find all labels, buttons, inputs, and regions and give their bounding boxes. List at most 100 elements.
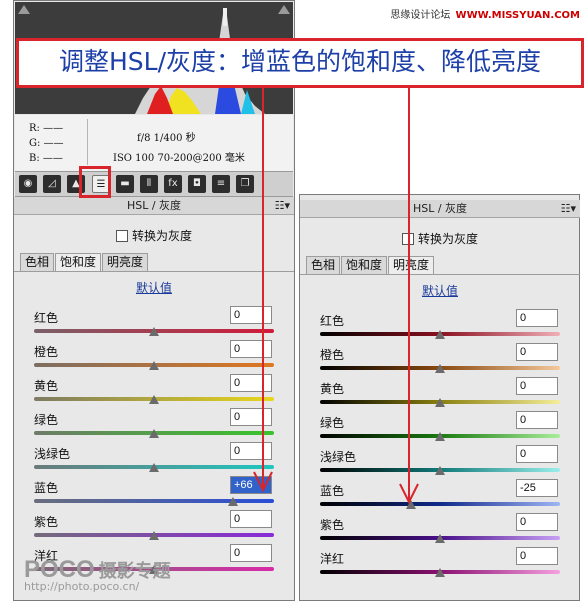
slider-value-field[interactable]: +66 (230, 476, 272, 494)
poco-brand: POCO (24, 556, 95, 583)
panel-toolbar: ◉ ◿ ▲ ☰ ▬ ⦀ fx ◘ ≡ ❐ (15, 171, 293, 197)
g-value: —— (43, 138, 64, 149)
camera-calibration-icon[interactable]: ◘ (188, 175, 206, 193)
slider-thumb[interactable] (149, 327, 159, 336)
default-link[interactable]: 默认值 (300, 282, 580, 299)
tab-luminance[interactable]: 明亮度 (102, 253, 149, 271)
slider-row: 浅绿色 0 (300, 445, 580, 479)
slider-row: 橙色 0 (14, 340, 294, 374)
slider-value-field[interactable]: 0 (230, 306, 272, 324)
slider-row: 红色 0 (300, 309, 580, 343)
slider-value-field[interactable]: 0 (516, 309, 558, 327)
slider-row: 橙色 0 (300, 343, 580, 377)
checkbox-icon[interactable] (401, 232, 414, 245)
hsl-panel-title: HSL / 灰度 ☷▾ (14, 197, 294, 215)
slider-label: 紫色 (34, 515, 59, 529)
split-toning-icon[interactable]: ▬ (116, 175, 134, 193)
slider-label: 绿色 (34, 413, 59, 427)
slider-thumb[interactable] (149, 361, 159, 370)
checkbox-icon[interactable] (115, 229, 128, 242)
slider-thumb[interactable] (149, 429, 159, 438)
tab-saturation[interactable]: 饱和度 (341, 256, 388, 274)
slider-value-field[interactable]: 0 (516, 411, 558, 429)
slider-row: 红色 0 (14, 306, 294, 340)
slider-value-field[interactable]: 0 (516, 343, 558, 361)
tabs-divider (14, 271, 294, 272)
fx-icon[interactable]: fx (164, 175, 182, 193)
slider-row: 浅绿色 0 (14, 442, 294, 476)
convert-grayscale-checkbox[interactable]: 转换为灰度 (300, 230, 580, 247)
slider-label: 蓝色 (34, 481, 59, 495)
convert-grayscale-label: 转换为灰度 (131, 229, 192, 243)
slider-row: 绿色 0 (14, 408, 294, 442)
slider-label: 浅绿色 (320, 450, 357, 464)
tabs-divider (300, 274, 580, 275)
site-watermark: 思缘设计论坛 WWW.MISSYUAN.COM (390, 6, 580, 21)
slider-row: 紫色 0 (14, 510, 294, 544)
slider-value-field[interactable]: 0 (516, 377, 558, 395)
slider-label: 浅绿色 (34, 447, 71, 461)
slider-row: 洋红 0 (300, 547, 580, 581)
presets-icon[interactable]: ≡ (212, 175, 230, 193)
slider-value-field[interactable]: 0 (516, 547, 558, 565)
slider-value-field[interactable]: 0 (230, 442, 272, 460)
slider-row: 蓝色 +66 (14, 476, 294, 510)
default-link[interactable]: 默认值 (14, 279, 294, 296)
slider-value-field[interactable]: 0 (516, 445, 558, 463)
panel-title-text: HSL / 灰度 (126, 199, 182, 212)
slider-thumb[interactable] (435, 466, 445, 475)
panel-title-text: HSL / 灰度 (412, 202, 468, 215)
poco-watermark: POCO 摄影专题 http://photo.poco.cn/ (24, 556, 171, 593)
slider-thumb[interactable] (435, 432, 445, 441)
slider-label: 红色 (320, 314, 345, 328)
slider-thumb[interactable] (228, 497, 239, 506)
left-panel: R: —— G: —— B: —— f/8 1/400 秒 ISO 100 70… (13, 0, 295, 601)
tab-hue[interactable]: 色相 (306, 256, 341, 274)
b-value: —— (42, 153, 63, 164)
exposure-info: f/8 1/400 秒 (137, 133, 196, 144)
slider-label: 黄色 (34, 379, 59, 393)
slider-value-field[interactable]: 0 (230, 510, 272, 528)
aperture-icon[interactable]: ◉ (19, 175, 37, 193)
slider-label: 橙色 (34, 345, 59, 359)
slider-track[interactable] (320, 502, 560, 506)
slider-value-field[interactable]: 0 (516, 513, 558, 531)
panel-menu-icon[interactable]: ☷▾ (275, 197, 290, 214)
slider-label: 红色 (34, 311, 59, 325)
slider-thumb[interactable] (149, 395, 159, 404)
slider-label: 黄色 (320, 382, 345, 396)
iso-lens-info: ISO 100 70-200@200 毫米 (113, 153, 245, 164)
slider-thumb[interactable] (435, 330, 445, 339)
slider-label: 蓝色 (320, 484, 345, 498)
highlight-clipping-icon[interactable] (278, 5, 290, 14)
watermark-text: 思缘设计论坛 (390, 10, 451, 21)
slider-value-field[interactable]: 0 (230, 408, 272, 426)
slider-value-field[interactable]: 0 (230, 340, 272, 358)
tab-hue[interactable]: 色相 (20, 253, 55, 271)
slider-thumb[interactable] (435, 398, 445, 407)
slider-thumb[interactable] (435, 364, 445, 373)
slider-label: 橙色 (320, 348, 345, 362)
hsl-panel-title: HSL / 灰度 ☷▾ (300, 200, 580, 218)
snapshots-icon[interactable]: ❐ (236, 175, 254, 193)
tone-curve-icon[interactable]: ◿ (43, 175, 61, 193)
slider-thumb[interactable] (149, 463, 159, 472)
tab-saturation[interactable]: 饱和度 (55, 253, 102, 271)
slider-label: 紫色 (320, 518, 345, 532)
lens-icon[interactable]: ⦀ (140, 175, 158, 193)
panel-menu-icon[interactable]: ☷▾ (561, 200, 576, 217)
tab-luminance[interactable]: 明亮度 (388, 256, 435, 274)
shadow-clipping-icon[interactable] (18, 5, 30, 14)
convert-grayscale-checkbox[interactable]: 转换为灰度 (14, 227, 294, 244)
slider-thumb[interactable] (149, 531, 159, 540)
slider-value-field[interactable]: -25 (516, 479, 558, 497)
slider-thumb[interactable] (406, 500, 417, 509)
slider-value-field[interactable]: 0 (230, 544, 272, 562)
slider-value-field[interactable]: 0 (230, 374, 272, 392)
slider-thumb[interactable] (435, 568, 445, 577)
hsl-tabs: 色相 饱和度 明亮度 (306, 256, 435, 274)
slider-row: 黄色 0 (14, 374, 294, 408)
info-divider (87, 119, 88, 165)
r-label: R: (29, 123, 40, 134)
slider-thumb[interactable] (435, 534, 445, 543)
